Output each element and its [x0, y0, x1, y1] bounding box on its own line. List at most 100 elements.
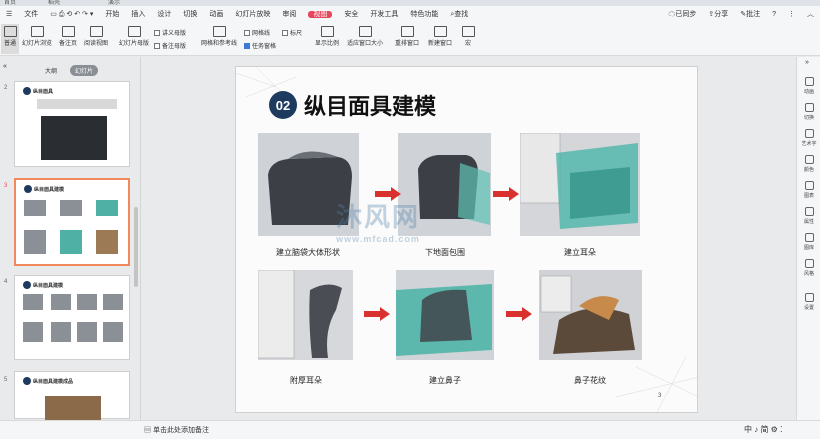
notes-page-label: 备注页	[58, 41, 77, 47]
fit-window-button[interactable]: 适应窗口大小	[344, 24, 386, 47]
pane-wordart[interactable]: 艺术字	[797, 129, 820, 147]
properties-label: 属性	[803, 219, 814, 225]
pane-style[interactable]: 风格	[797, 259, 820, 277]
sync-label: 已同步	[675, 11, 697, 18]
zoom-button[interactable]: 显示比例	[312, 24, 342, 47]
fit-window-label: 适应窗口大小	[346, 41, 383, 47]
menu-file[interactable]: 文件	[18, 6, 44, 24]
tab-outline[interactable]: 大纲	[40, 65, 62, 76]
menu-view[interactable]: 视图	[302, 6, 338, 24]
pane-transition[interactable]: 切换	[797, 103, 820, 121]
slide-thumb-2[interactable]: 纵目面具	[14, 81, 130, 167]
task-pane-check[interactable]: 任务窗格	[244, 41, 276, 50]
pane-gallery[interactable]: 图库	[797, 233, 820, 251]
gridlines-check[interactable]: 网格线	[244, 28, 270, 37]
notes-page-button[interactable]: 备注页	[56, 24, 80, 47]
thumb-image	[23, 294, 43, 310]
slide-title: 纵目面具建模	[304, 95, 437, 120]
slide-sorter-icon	[30, 26, 44, 37]
chart-label: 图表	[803, 193, 814, 199]
slide[interactable]: 02 纵目面具建模 建立脑袋大体形状 下地面包围 建立耳朵 附厚耳朵 建立鼻子 …	[235, 66, 699, 414]
notes-master-label: 备注母版	[162, 44, 187, 50]
pane-animation[interactable]: 动画	[797, 77, 820, 95]
ime-indicators[interactable]: 中 ♪ 简 ⚙ ⁚	[744, 424, 783, 435]
menu-slideshow[interactable]: 幻灯片放映	[229, 6, 276, 24]
menu-design[interactable]: 设计	[151, 6, 177, 24]
arrange-window-button[interactable]: 重排窗口	[392, 24, 422, 47]
share-button[interactable]: ⇪分享	[702, 6, 734, 24]
search-button[interactable]: ⌕查找	[444, 6, 474, 24]
thumb-image	[24, 230, 46, 254]
image-build-nose	[396, 270, 494, 360]
zoom-label: 显示比例	[314, 41, 339, 47]
style-icon	[804, 259, 814, 268]
pane-chart[interactable]: 图表	[797, 181, 820, 199]
menu-security[interactable]: 安全	[338, 6, 364, 24]
pane-properties[interactable]: 属性	[797, 207, 820, 225]
gridlines-label: 网格线	[252, 31, 271, 37]
reading-view-icon	[89, 26, 103, 37]
arrow-4	[506, 307, 532, 321]
thumb-image	[103, 294, 123, 310]
sync-button[interactable]: ☁已同步	[662, 6, 702, 24]
view-toolbar: 普通 幻灯片浏览 备注页 阅读视图 幻灯片母版 讲义母版 备注母版 网格和参考线…	[0, 24, 820, 56]
settings-label: 设置	[803, 305, 814, 311]
ruler-check[interactable]: 标尺	[282, 28, 302, 37]
help-icon[interactable]: ?	[766, 6, 782, 24]
hamburger-icon[interactable]: ☰	[0, 6, 18, 24]
new-window-icon	[433, 26, 447, 37]
thumb-image	[45, 396, 101, 420]
slide-thumb-3[interactable]: 纵目面具建模	[14, 178, 130, 266]
collapse-pane-icon[interactable]: «	[3, 63, 7, 70]
caption-6: 鼻子花纹	[574, 376, 606, 385]
handout-master-check[interactable]: 讲义母版	[154, 28, 186, 37]
notes-master-check[interactable]: 备注母版	[154, 41, 186, 50]
reading-view-button[interactable]: 阅读视图	[82, 24, 110, 47]
task-pane-bar: » 动画 切换 艺术字 颜色 图表 属性 图库 风格 设置	[796, 57, 820, 420]
thumb-image	[103, 322, 123, 342]
arrange-window-label: 重排窗口	[394, 41, 419, 47]
menu-insert[interactable]: 插入	[125, 6, 151, 24]
reading-view-label: 阅读视图	[83, 41, 108, 47]
notes-area[interactable]: ▤ 单击此处添加备注	[144, 425, 209, 435]
new-window-button[interactable]: 新建窗口	[424, 24, 456, 47]
caption-4: 附厚耳朵	[290, 376, 322, 385]
share-label: 分享	[714, 11, 729, 18]
task-pane-checkbox	[244, 42, 250, 49]
color-icon	[804, 155, 814, 164]
menu-developer[interactable]: 开发工具	[364, 6, 404, 24]
collapse-icon[interactable]: ︿	[801, 6, 820, 24]
menu-transition[interactable]: 切换	[177, 6, 203, 24]
normal-view-button[interactable]: 普通	[1, 24, 19, 54]
thumb-image	[51, 322, 71, 342]
tab-slides[interactable]: 幻灯片	[70, 65, 99, 76]
comment-button[interactable]: ✎批注	[734, 6, 766, 24]
menu-bar: ☰ 文件 ▭ ⎙ ⟲ ↶ ↷ ▾ 开始 插入 设计 切换 动画 幻灯片放映 审阅…	[0, 6, 820, 24]
pane-scrollbar[interactable]	[134, 207, 138, 287]
expand-icon[interactable]: »	[805, 59, 809, 66]
thumb-mask-image	[41, 116, 107, 160]
thumb-title: 纵目面具	[23, 87, 53, 95]
slide-master-button[interactable]: 幻灯片母版	[116, 24, 152, 47]
more-icon[interactable]: ⋮	[782, 6, 801, 24]
comment-label: 批注	[746, 11, 761, 18]
slide-thumb-5[interactable]: 纵目面具建模成品	[14, 371, 130, 420]
caption-3: 建立耳朵	[564, 248, 596, 257]
slide-thumb-4[interactable]: 纵目面具建模	[14, 275, 130, 360]
quick-access-icons[interactable]: ▭ ⎙ ⟲ ↶ ↷ ▾	[44, 6, 99, 24]
grid-guides-button[interactable]: 网格和参考线	[198, 24, 240, 47]
menu-review[interactable]: 审阅	[276, 6, 302, 24]
settings-icon	[804, 293, 814, 302]
menu-start[interactable]: 开始	[99, 6, 125, 24]
watermark-text: 沐风网	[336, 202, 421, 232]
menu-animation[interactable]: 动画	[203, 6, 229, 24]
section-badge: 02	[269, 91, 297, 119]
macro-button[interactable]: 宏	[460, 24, 476, 47]
slide-sorter-button[interactable]: 幻灯片浏览	[20, 24, 54, 47]
fit-window-icon	[358, 26, 372, 37]
pane-color[interactable]: 颜色	[797, 155, 820, 173]
menu-view-label: 视图	[308, 11, 333, 18]
menu-features[interactable]: 特色功能	[404, 6, 444, 24]
gallery-icon	[804, 233, 814, 242]
pane-settings[interactable]: 设置	[797, 293, 820, 311]
